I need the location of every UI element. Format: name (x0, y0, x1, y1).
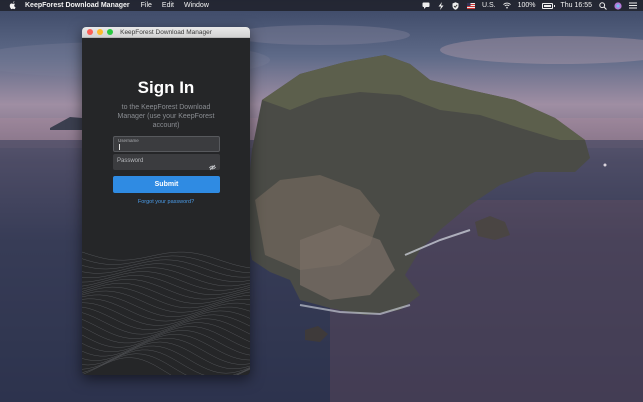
text-cursor (119, 144, 120, 150)
menu-bar: KeepForest Download Manager File Edit Wi… (0, 0, 643, 11)
menu-edit[interactable]: Edit (162, 0, 174, 11)
battery-percent: 100% (517, 2, 536, 9)
shield-icon[interactable] (452, 1, 460, 10)
menu-app-name[interactable]: KeepForest Download Manager (25, 0, 130, 11)
sign-in-panel: Sign In to the KeepForest Download Manag… (82, 38, 250, 375)
username-field[interactable]: Username (113, 136, 220, 152)
bolt-icon[interactable] (437, 1, 445, 10)
search-icon[interactable] (599, 1, 607, 10)
page-subtitle: to the KeepForest Download Manager (use … (117, 104, 215, 129)
decorative-wave-pattern (82, 251, 250, 375)
forgot-password-link[interactable]: Forgot your password? (82, 199, 250, 205)
clock[interactable]: Thu 16:55 (560, 0, 592, 11)
battery-icon[interactable] (542, 2, 556, 9)
page-title: Sign In (137, 78, 195, 97)
siri-icon[interactable] (614, 1, 622, 10)
battery-fill (544, 4, 552, 7)
message-icon[interactable] (422, 2, 430, 10)
menu-window[interactable]: Window (184, 0, 209, 11)
app-window: KeepForest Download Manager Sign In to t… (82, 27, 250, 375)
window-titlebar[interactable]: KeepForest Download Manager (82, 27, 250, 38)
input-source-label[interactable]: U.S. (482, 0, 496, 11)
eye-slash-icon[interactable] (209, 158, 216, 171)
submit-button[interactable]: Submit (113, 176, 220, 193)
menu-bar-status-area: U.S. 100% Thu 16:55 (422, 0, 637, 11)
password-field[interactable]: Password (113, 154, 220, 171)
menu-file[interactable]: File (141, 0, 152, 11)
username-label: Username (118, 138, 139, 143)
window-title: KeepForest Download Manager (120, 29, 212, 36)
wifi-icon[interactable] (502, 2, 511, 10)
password-placeholder: Password (117, 158, 144, 164)
flag-icon[interactable] (466, 2, 475, 10)
apple-icon[interactable] (9, 1, 17, 10)
control-center-icon[interactable] (629, 2, 637, 10)
